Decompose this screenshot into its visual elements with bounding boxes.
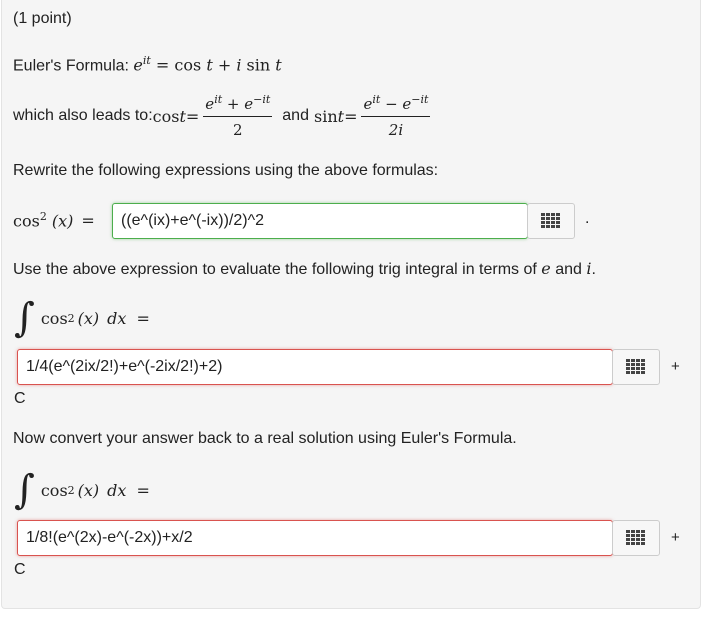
- rewrite-instruction: Rewrite the following expressions using …: [13, 162, 439, 179]
- points-label: (1 point): [13, 10, 72, 27]
- leads-text: which also leads to:: [13, 107, 153, 124]
- leads-line: which also leads to: cos t = eit + e−it …: [13, 93, 431, 139]
- cos-denominator: 2: [233, 121, 243, 139]
- q1-palette-button[interactable]: [527, 203, 575, 239]
- q1-answer-input[interactable]: ((e^(ix)+e^(-ix))/2)^2: [112, 203, 528, 239]
- q2-answer-input[interactable]: 1/4(e^(2ix/2!)+e^(-2ix/2!)+2): [17, 349, 613, 385]
- euler-sin: sin: [241, 55, 271, 75]
- q2-constant: C: [14, 390, 26, 407]
- grid-icon: [626, 359, 646, 375]
- leads-sin: sin: [313, 106, 338, 126]
- euler-plus: +: [212, 55, 237, 75]
- q2-integral-expression: ∫ cos 2 (x) dx =: [14, 295, 150, 341]
- sin-numerator: eit − e−it: [363, 93, 429, 113]
- euler-t2: t: [270, 55, 282, 75]
- q1-lhs: cos2 (x) =: [13, 210, 95, 231]
- euler-formula: Euler's Formula: eit = cos t + i sin t: [13, 54, 282, 75]
- q3-integral-expression: ∫ cos 2 (x) dx =: [14, 467, 150, 513]
- grid-icon: [626, 530, 646, 546]
- convert-instruction: Now convert your answer back to a real s…: [13, 430, 517, 447]
- cos-fraction: eit + e−it 2: [203, 93, 273, 139]
- cos-numerator: eit + e−it: [205, 93, 271, 113]
- euler-lhs-base: e: [133, 55, 143, 75]
- q3-palette-button[interactable]: [612, 520, 660, 556]
- euler-lhs-exp: it: [142, 54, 151, 67]
- leads-and: and: [282, 107, 309, 124]
- euler-intro: Euler's Formula:: [13, 57, 134, 75]
- grid-icon: [541, 213, 561, 229]
- q2-palette-button[interactable]: [612, 349, 660, 385]
- euler-cos: cos: [174, 55, 202, 75]
- sin-fraction: eit − e−it 2i: [361, 93, 431, 139]
- euler-eq: =: [150, 55, 175, 75]
- q3-constant: C: [14, 561, 26, 578]
- use-instruction: Use the above expression to evaluate the…: [13, 259, 596, 278]
- q3-plus: +: [671, 529, 680, 546]
- q3-answer-input[interactable]: 1/8!(e^(2x)-e^(-2x))+x/2: [17, 520, 613, 556]
- leads-cos: cos: [152, 106, 180, 126]
- integral-sign: ∫: [14, 467, 35, 513]
- euler-t1: t: [201, 55, 213, 75]
- q2-plus: +: [671, 358, 680, 375]
- leads-eq1: =: [185, 106, 200, 126]
- leads-eq2: =: [344, 106, 358, 126]
- integral-sign: ∫: [14, 295, 35, 341]
- sin-denominator: 2i: [388, 121, 404, 139]
- q1-trailing-period: .: [585, 210, 590, 227]
